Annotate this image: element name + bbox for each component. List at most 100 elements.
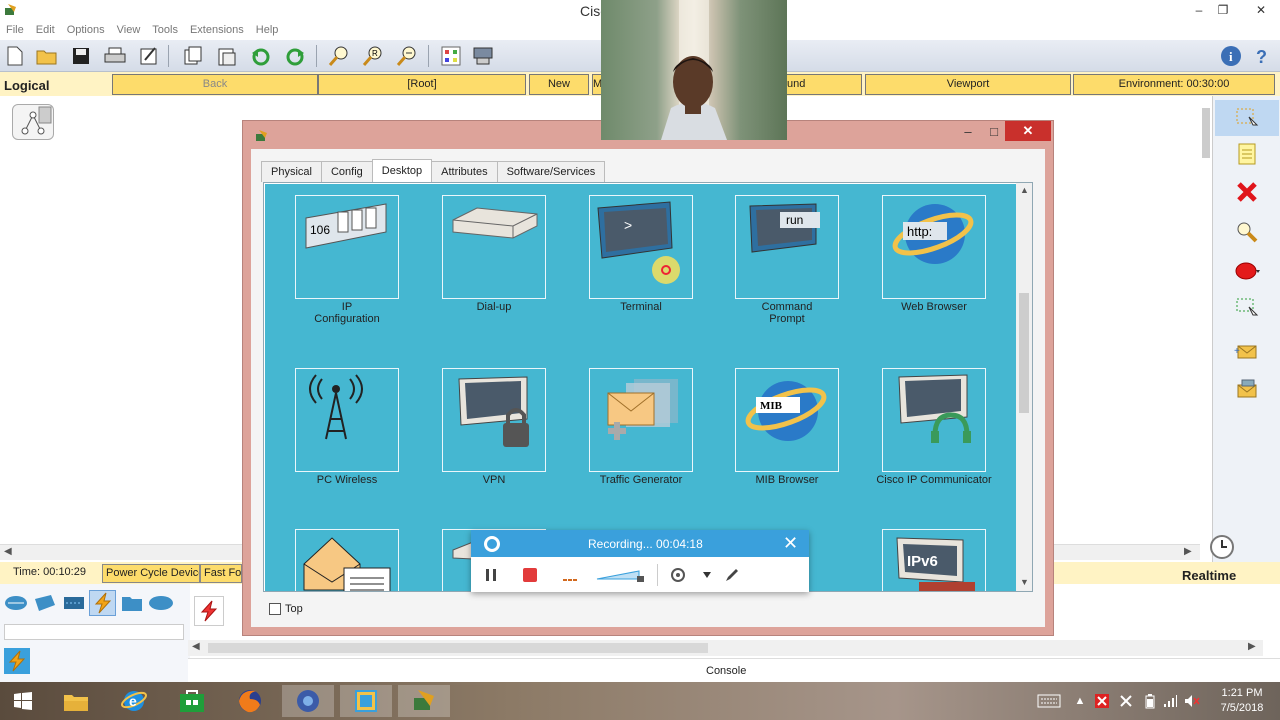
add-complex-pdu-icon[interactable] bbox=[1233, 376, 1261, 404]
draw-shape-tool-icon[interactable] bbox=[1233, 256, 1261, 284]
email-app[interactable] bbox=[295, 529, 399, 591]
menu-tools[interactable]: Tools bbox=[146, 20, 184, 36]
back-button[interactable]: Back bbox=[112, 74, 318, 95]
minimize-button[interactable]: – bbox=[1186, 0, 1212, 20]
root-breadcrumb[interactable]: [Root] bbox=[318, 74, 526, 95]
palette-icon[interactable] bbox=[438, 44, 464, 68]
recorder-close-icon[interactable]: ✕ bbox=[783, 532, 798, 554]
command-prompt-app[interactable]: run bbox=[735, 195, 839, 299]
start-button-icon[interactable] bbox=[0, 685, 46, 717]
custom-device-icon[interactable] bbox=[470, 44, 496, 68]
dial-up-app[interactable] bbox=[442, 195, 546, 299]
tray-app-icon[interactable] bbox=[1118, 693, 1134, 709]
annotate-pen-icon[interactable] bbox=[723, 563, 741, 587]
stop-icon[interactable] bbox=[521, 563, 539, 587]
screencast-app-icon[interactable] bbox=[282, 685, 334, 717]
network-icon[interactable] bbox=[1162, 693, 1178, 709]
zoom-reset-icon[interactable]: R bbox=[360, 44, 386, 68]
show-hidden-icons[interactable]: ▲ bbox=[1072, 693, 1088, 709]
environment-timer[interactable]: Environment: 00:30:00 bbox=[1073, 74, 1275, 95]
set-background-button[interactable]: und bbox=[786, 74, 862, 95]
wan-emulation-category-icon[interactable] bbox=[147, 590, 174, 616]
routers-category-icon[interactable] bbox=[2, 590, 29, 616]
workspace-vertical-scrollbar[interactable] bbox=[1200, 108, 1212, 168]
notes-app-icon[interactable] bbox=[340, 685, 392, 717]
info-icon[interactable]: i bbox=[1218, 44, 1244, 68]
open-folder-icon[interactable] bbox=[34, 44, 60, 68]
file-explorer-icon[interactable] bbox=[50, 685, 102, 717]
menu-edit[interactable]: Edit bbox=[30, 20, 61, 36]
tab-attributes[interactable]: Attributes bbox=[431, 161, 498, 182]
paste-icon[interactable] bbox=[214, 44, 240, 68]
terminal-app[interactable]: > bbox=[589, 195, 693, 299]
device-model-field[interactable] bbox=[4, 624, 184, 640]
viewport-button[interactable]: Viewport bbox=[865, 74, 1071, 95]
menu-file[interactable]: File bbox=[0, 20, 30, 36]
tab-desktop[interactable]: Desktop bbox=[371, 159, 433, 182]
fast-forward-time-button[interactable]: Fast Forw bbox=[200, 564, 242, 583]
tab-physical[interactable]: Physical bbox=[261, 161, 322, 182]
pause-icon[interactable] bbox=[483, 563, 499, 587]
hubs-category-icon[interactable] bbox=[60, 590, 87, 616]
volume-muted-icon[interactable] bbox=[1184, 693, 1200, 709]
save-icon[interactable] bbox=[68, 44, 94, 68]
connections-category-icon[interactable] bbox=[89, 590, 116, 616]
store-icon[interactable] bbox=[166, 685, 218, 717]
auto-connection-icon[interactable] bbox=[194, 596, 224, 626]
switches-category-icon[interactable] bbox=[31, 590, 58, 616]
maximize-button[interactable]: ❐ bbox=[1210, 0, 1236, 20]
scroll-right-arrow-icon[interactable]: ▶ bbox=[1184, 546, 1192, 557]
web-browser-app[interactable]: http: bbox=[882, 195, 986, 299]
scroll-up-arrow-icon[interactable]: ▲ bbox=[1020, 185, 1029, 195]
volume-slider[interactable] bbox=[595, 563, 647, 587]
new-file-icon[interactable] bbox=[2, 44, 28, 68]
firefox-icon[interactable] bbox=[224, 685, 276, 717]
new-cluster-button[interactable]: New Cluster bbox=[529, 74, 589, 109]
ip-configuration-app[interactable]: 106 bbox=[295, 195, 399, 299]
close-window-button[interactable]: ✕ bbox=[1242, 0, 1280, 20]
menu-help[interactable]: Help bbox=[250, 20, 285, 36]
end-devices-category-icon[interactable] bbox=[118, 590, 145, 616]
vpn-app[interactable] bbox=[442, 368, 546, 472]
webcam-dropdown-icon[interactable] bbox=[701, 563, 713, 587]
zoom-out-icon[interactable] bbox=[394, 44, 420, 68]
menu-view[interactable]: View bbox=[111, 20, 147, 36]
delete-tool-icon[interactable] bbox=[1233, 178, 1261, 206]
webcam-toggle-icon[interactable] bbox=[669, 563, 687, 587]
zoom-in-icon[interactable] bbox=[326, 44, 352, 68]
menu-options[interactable]: Options bbox=[61, 20, 111, 36]
print-icon[interactable] bbox=[102, 44, 128, 68]
battery-icon[interactable] bbox=[1142, 693, 1158, 709]
note-tool-icon[interactable] bbox=[1233, 140, 1261, 168]
pc-wireless-app[interactable] bbox=[295, 368, 399, 472]
scroll-left-arrow-icon[interactable]: ◀ bbox=[4, 546, 12, 557]
add-simple-pdu-icon[interactable]: + bbox=[1233, 338, 1261, 366]
keyboard-icon[interactable] bbox=[1036, 693, 1062, 709]
console-horizontal-scrollbar[interactable]: ◀ ▶ bbox=[188, 640, 1263, 656]
copy-icon[interactable] bbox=[180, 44, 206, 68]
checkbox-box[interactable] bbox=[269, 603, 281, 615]
tab-config[interactable]: Config bbox=[320, 161, 373, 182]
power-cycle-devices-button[interactable]: Power Cycle Devices bbox=[102, 564, 200, 583]
tab-software-services[interactable]: Software/Services bbox=[496, 161, 606, 182]
packet-tracer-taskbar-icon[interactable] bbox=[398, 685, 450, 717]
antivirus-icon[interactable] bbox=[1094, 693, 1110, 709]
menu-extensions[interactable]: Extensions bbox=[184, 20, 250, 36]
activity-wizard-icon[interactable] bbox=[136, 44, 162, 68]
scroll-right-arrow-icon[interactable]: ▶ bbox=[1248, 641, 1256, 652]
connection-type-icon[interactable] bbox=[4, 648, 30, 674]
ipv6-firewall-app[interactable]: IPv6 bbox=[882, 529, 986, 591]
desktop-vertical-scrollbar[interactable]: ▲ ▼ bbox=[1016, 183, 1032, 591]
logical-view-icon[interactable] bbox=[12, 104, 54, 140]
taskbar-clock[interactable]: 1:21 PM 7/5/2018 bbox=[1212, 686, 1272, 716]
undo-icon[interactable] bbox=[248, 44, 274, 68]
inspect-tool-icon[interactable] bbox=[1233, 218, 1261, 246]
help-icon[interactable]: ? bbox=[1250, 44, 1276, 68]
resize-shape-tool-icon[interactable] bbox=[1233, 294, 1261, 322]
scroll-left-arrow-icon[interactable]: ◀ bbox=[192, 641, 200, 652]
realtime-clock-icon[interactable] bbox=[1204, 532, 1240, 562]
ip-communicator-app[interactable] bbox=[882, 368, 986, 472]
mib-browser-app[interactable]: MIB bbox=[735, 368, 839, 472]
dialog-close-button[interactable]: ✕ bbox=[1005, 121, 1051, 141]
traffic-generator-app[interactable] bbox=[589, 368, 693, 472]
